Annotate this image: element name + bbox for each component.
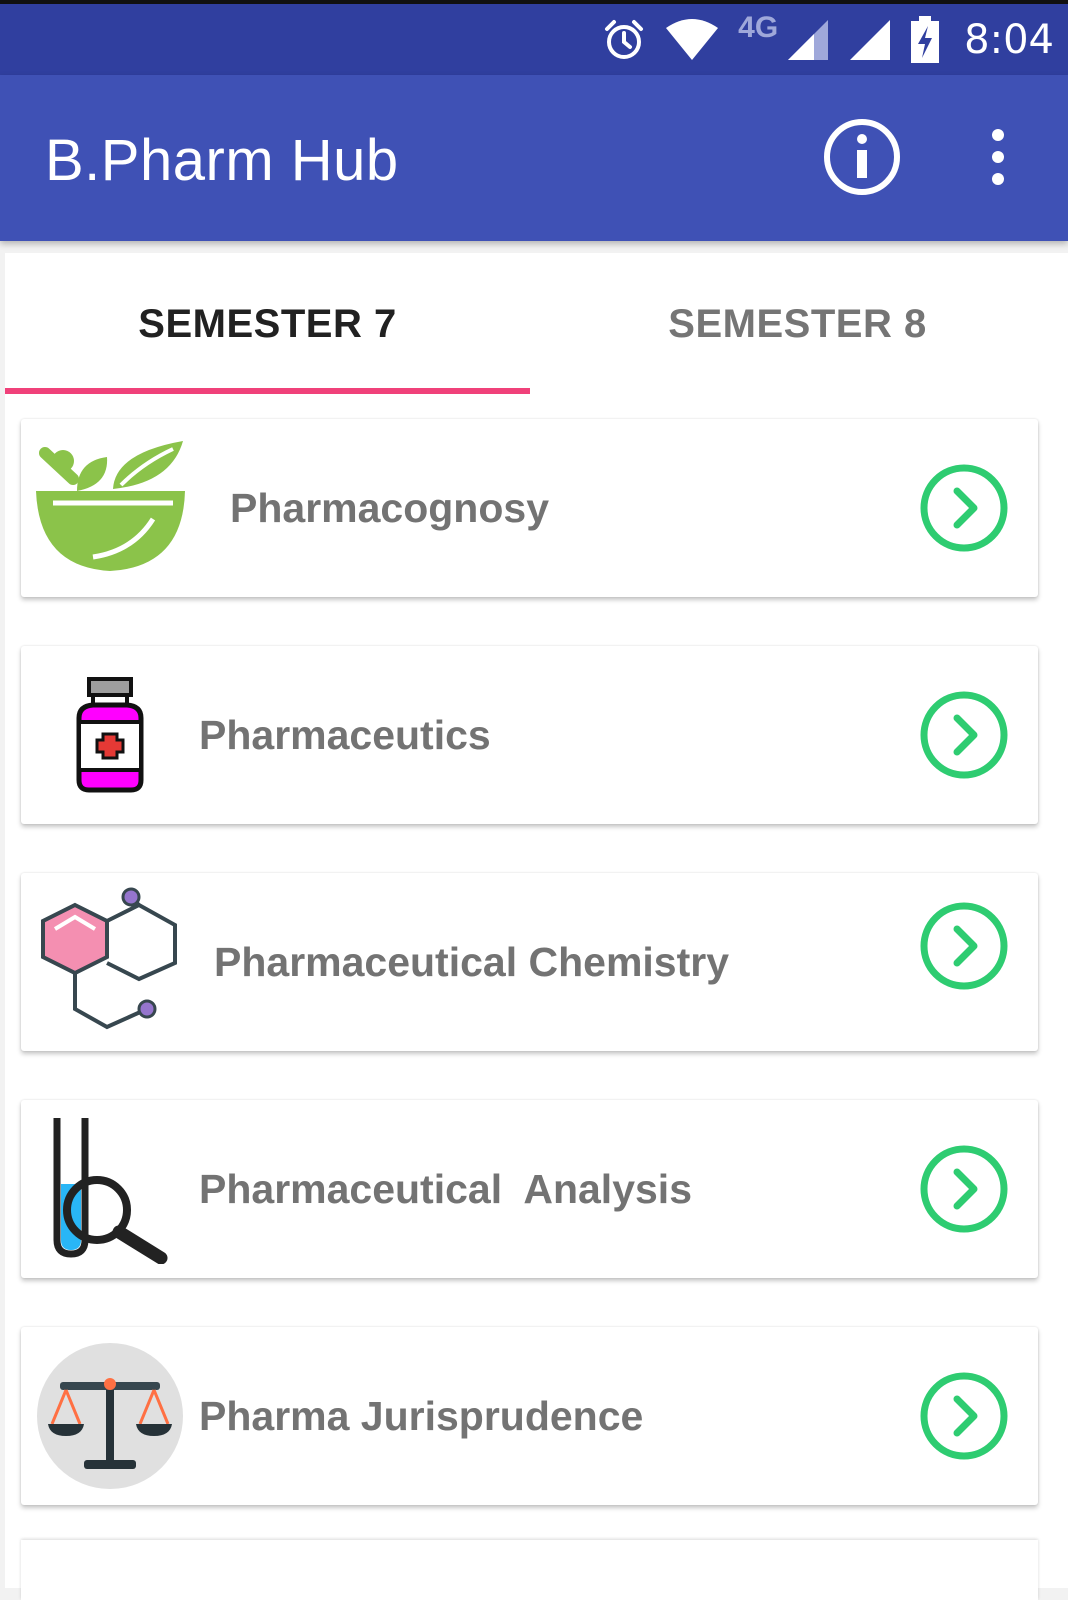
subject-label: Pharmaceutical Analysis [199,1165,693,1212]
subject-label: Pharma Jurisprudence [199,1392,644,1439]
app-bar: B.Pharm Hub [0,75,1068,241]
signal-icon [850,19,891,60]
test-tube-magnifier-icon [53,1118,168,1264]
chevron-right-circle-icon[interactable] [919,463,1009,553]
subject-card-partial[interactable] [21,1540,1038,1600]
mortar-leaf-icon [36,441,185,571]
app-title: B.Pharm Hub [45,128,399,193]
subject-label: Pharmacognosy [230,484,549,531]
tab-semester-8[interactable]: SEMESTER 8 [535,253,1060,395]
network-type-label: 4G [738,10,779,44]
subject-label: Pharmaceutics [199,711,491,758]
info-icon[interactable] [822,117,902,197]
subject-card-pharmaceutics[interactable]: Pharmaceutics [21,646,1038,824]
molecule-icon [41,887,177,1030]
subject-card-pharmaceutical-chemistry[interactable]: Pharmaceutical Chemistry [21,873,1038,1051]
tab-semester-7[interactable]: SEMESTER 7 [5,253,530,395]
chevron-right-circle-icon[interactable] [919,901,1009,991]
tab-indicator [5,388,530,394]
status-bar: 4G 8:04 [0,0,1068,75]
alarm-icon [605,19,644,59]
wifi-icon [666,18,719,60]
chevron-right-circle-icon[interactable] [919,1371,1009,1461]
battery-charging-icon [911,15,940,63]
subject-label: Pharmaceutical Chemistry [214,938,730,985]
chevron-right-circle-icon[interactable] [919,1144,1009,1234]
signal-icon [788,19,829,60]
status-time: 8:04 [964,16,1054,63]
more-vert-icon[interactable] [978,127,1018,187]
tab-bar: SEMESTER 7 SEMESTER 8 [5,253,1068,395]
subject-card-pharma-jurisprudence[interactable]: Pharma Jurisprudence [21,1327,1038,1505]
subject-card-pharmacognosy[interactable]: Pharmacognosy [21,419,1038,597]
subject-card-pharmaceutical-analysis[interactable]: Pharmaceutical Analysis [21,1100,1038,1278]
chevron-right-circle-icon[interactable] [919,690,1009,780]
scales-icon [37,1343,183,1489]
medicine-bottle-icon [76,677,144,793]
